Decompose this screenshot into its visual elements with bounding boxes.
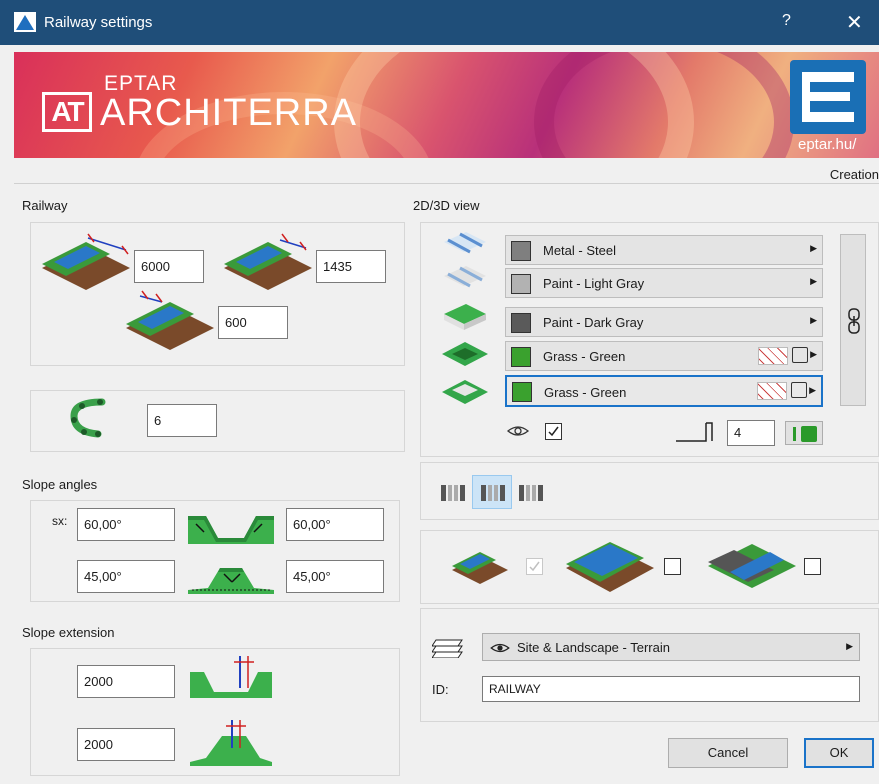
chevron-right-icon: ▶ [810, 243, 817, 253]
material-row-1[interactable]: Metal - Steel ▶ [505, 235, 823, 265]
chevron-right-icon: ▶ [809, 385, 816, 395]
pen-number-input[interactable]: 4 [727, 420, 775, 446]
title-bar: Railway settings ? ✕ [0, 0, 879, 45]
crossing-checkbox[interactable] [804, 558, 821, 575]
architerra-logo-icon: AT [42, 92, 92, 132]
sleeper-material-icon [444, 266, 486, 288]
texture-icon [757, 382, 787, 400]
layer-stack-icon [432, 639, 463, 658]
layer-panel [420, 608, 879, 722]
eye-icon [490, 643, 510, 653]
fill-slope-icon [188, 568, 274, 594]
help-button[interactable]: ? [782, 12, 791, 30]
cut-slope-left-input[interactable]: 60,00° [77, 508, 175, 541]
brand-main-text: ARCHITERRA [100, 92, 358, 134]
cut-slope-right-input[interactable]: 60,00° [286, 508, 384, 541]
fill-extension-input[interactable]: 2000 [77, 728, 175, 761]
chevron-right-icon: ▶ [810, 349, 817, 359]
sx-label: sx: [52, 514, 68, 528]
id-label: ID: [432, 682, 449, 697]
single-track-icon [452, 552, 508, 584]
track-spacing-input[interactable]: 6000 [134, 250, 204, 283]
material-row-5[interactable]: Grass - Green ▶ [505, 375, 823, 407]
material-row-2[interactable]: Paint - Light Gray ▶ [505, 268, 823, 298]
layer-select[interactable]: Site & Landscape - Terrain ▶ [482, 633, 860, 661]
cut-slope-icon [188, 516, 274, 544]
slope-material-icon [442, 380, 488, 404]
eye-icon [506, 426, 530, 436]
eptar-url: eptar.hu/ [798, 136, 857, 153]
material-row-3[interactable]: Paint - Dark Gray ▶ [505, 307, 823, 337]
slope-extension-label: Slope extension [22, 625, 115, 640]
chevron-right-icon: ▶ [846, 641, 853, 651]
ok-button[interactable]: OK [804, 738, 874, 768]
track-gauge-icon [224, 233, 312, 290]
pen-weight-icon [676, 422, 713, 442]
segments-input[interactable]: 6 [147, 404, 217, 437]
material-label: Grass - Green [544, 385, 627, 400]
material-swatch [511, 347, 531, 367]
cancel-button[interactable]: Cancel [668, 738, 788, 768]
chevron-right-icon: ▶ [810, 315, 817, 325]
track-gauge-input[interactable]: 1435 [316, 250, 386, 283]
align-center-button[interactable] [472, 475, 512, 509]
fill-slope-right-input[interactable]: 45,00° [286, 560, 384, 593]
divider [14, 183, 879, 184]
curve-segments-icon [70, 398, 106, 438]
material-label: Grass - Green [543, 349, 626, 364]
material-label: Paint - Light Gray [543, 276, 645, 291]
double-track-icon [566, 542, 654, 592]
layer-name: Site & Landscape - Terrain [517, 640, 670, 655]
align-right-icon[interactable] [518, 484, 544, 502]
link-materials-button[interactable] [840, 234, 866, 406]
brand-banner: AT EPTAR ARCHITERRA eptar.hu/ [14, 52, 879, 158]
creation-tab[interactable]: Creation [830, 167, 879, 182]
railway-label: Railway [22, 198, 68, 213]
material-swatch [512, 382, 532, 402]
eptar-logo-icon [790, 60, 866, 134]
material-row-4[interactable]: Grass - Green ▶ [505, 341, 823, 371]
material-label: Metal - Steel [543, 243, 616, 258]
image-icon [791, 382, 807, 398]
cut-extension-input[interactable]: 2000 [77, 665, 175, 698]
close-button[interactable]: ✕ [846, 10, 863, 35]
window-title: Railway settings [44, 14, 153, 31]
view-label: 2D/3D view [413, 198, 480, 213]
visibility-checkbox[interactable] [545, 423, 562, 440]
sleeper-spacing-input[interactable]: 600 [218, 306, 288, 339]
pen-color-button[interactable] [785, 421, 823, 445]
material-swatch [511, 274, 531, 294]
cut-extension-icon [190, 656, 272, 698]
top-surface-material-icon [442, 342, 488, 366]
align-center-icon [481, 485, 505, 501]
double-track-checkbox[interactable] [664, 558, 681, 575]
id-input[interactable]: RAILWAY [482, 676, 860, 702]
rail-material-icon [444, 232, 486, 254]
chevron-right-icon: ▶ [810, 276, 817, 286]
material-swatch [511, 241, 531, 261]
track-spacing-icon [42, 233, 130, 290]
slope-angles-label: Slope angles [22, 477, 98, 492]
fill-slope-left-input[interactable]: 45,00° [77, 560, 175, 593]
crossing-icon [708, 544, 796, 588]
texture-icon [758, 347, 788, 365]
material-swatch [511, 313, 531, 333]
fill-extension-icon [190, 720, 272, 766]
align-left-icon[interactable] [440, 484, 466, 502]
chain-link-icon [848, 308, 860, 334]
app-icon [14, 12, 36, 32]
image-icon [792, 347, 808, 363]
ballast-material-icon [444, 304, 486, 330]
sleeper-spacing-icon [126, 290, 214, 350]
single-track-checkbox[interactable] [526, 558, 543, 575]
material-label: Paint - Dark Gray [543, 315, 644, 330]
